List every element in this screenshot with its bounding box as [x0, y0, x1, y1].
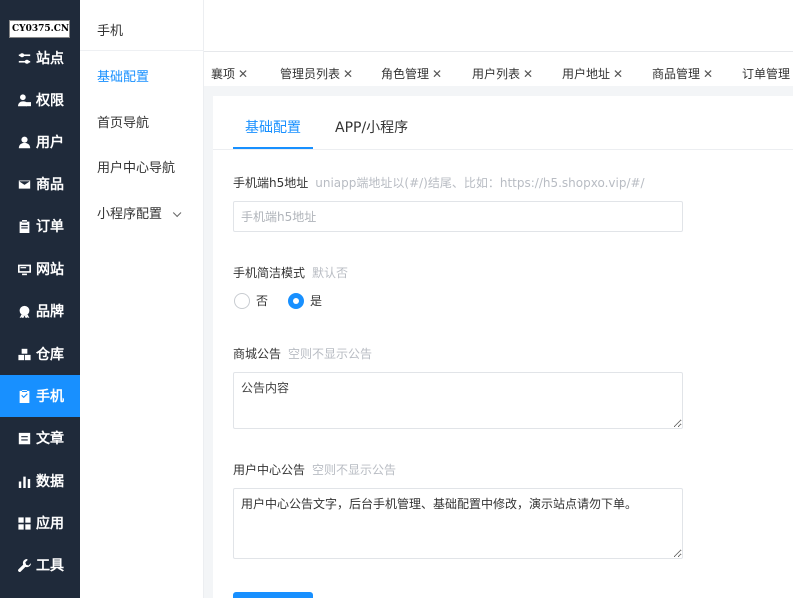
field-hint: 空则不显示公告: [288, 347, 373, 361]
field-label: 手机简洁模式: [233, 266, 306, 280]
bar-chart-icon: [17, 474, 31, 488]
close-icon[interactable]: ✕: [703, 67, 713, 81]
nav-item-website[interactable]: 网站: [0, 248, 80, 290]
close-icon[interactable]: ✕: [343, 67, 353, 81]
nav-item-brand[interactable]: 品牌: [0, 290, 80, 332]
user-icon: [17, 135, 31, 149]
tab-admin-list[interactable]: 管理员列表 ✕: [280, 65, 353, 82]
wrench-icon: [17, 558, 31, 572]
envelope-icon: [17, 177, 31, 191]
nav-item-mobile[interactable]: 手机: [0, 375, 80, 417]
tab-item[interactable]: 襄项 ✕: [211, 65, 248, 82]
nav-item-article[interactable]: 文章: [0, 417, 80, 459]
tab-label: 管理员列表: [280, 67, 341, 81]
nav-label: 商品: [36, 177, 64, 193]
submenu-item-home-nav[interactable]: 首页导航: [97, 112, 149, 131]
field-label: 用户中心公告: [233, 463, 306, 477]
tab-label: 角色管理: [381, 67, 430, 81]
open-tabs-bar: 襄项 ✕ 管理员列表 ✕ 角色管理 ✕ 用户列表 ✕ 用户地址 ✕ 商品管理 ✕ 订单管理: [204, 52, 793, 86]
field-label: 商城公告: [233, 347, 282, 361]
field-hint: uniapp端地址以(#/)结尾、比如：https://h5.shopxo.vi…: [315, 176, 645, 190]
tab-label: 订单管理: [742, 67, 791, 81]
tab-label: 用户地址: [562, 67, 611, 81]
submenu-item-user-center-nav[interactable]: 用户中心导航: [97, 157, 175, 176]
nav-item-tools[interactable]: 工具: [0, 544, 80, 586]
user-notice-textarea[interactable]: 用户中心公告文字，后台手机管理、基础配置中修改，演示站点请勿下单。: [233, 488, 683, 559]
nav-item-order[interactable]: 订单: [0, 205, 80, 247]
panel-tabs-divider: [213, 149, 793, 150]
nav-label: 数据: [36, 474, 64, 490]
sliders-icon: [17, 51, 31, 65]
radio-option-yes[interactable]: 是: [288, 292, 322, 309]
phone-icon: [17, 389, 31, 403]
site-logo[interactable]: CY0375.CN瑞博: [9, 20, 70, 38]
logo-small-text: 瑞博: [69, 27, 70, 33]
save-button[interactable]: [233, 592, 313, 598]
monitor-icon: [17, 262, 31, 276]
chevron-down-icon: [172, 208, 182, 218]
close-icon[interactable]: ✕: [613, 67, 623, 81]
user-notice-label: 用户中心公告 空则不显示公告: [233, 461, 396, 478]
tab-order-manage[interactable]: 订单管理: [742, 65, 790, 82]
nav-label: 文章: [36, 431, 64, 447]
tab-user-address[interactable]: 用户地址 ✕: [562, 65, 623, 82]
submenu-title: 手机: [97, 24, 124, 39]
radio-label: 是: [310, 294, 323, 308]
nav-item-site[interactable]: 站点: [0, 37, 80, 79]
tab-label: 用户列表: [472, 67, 521, 81]
field-hint: 默认否: [312, 266, 349, 280]
shop-notice-textarea[interactable]: [233, 372, 683, 429]
tab-user-list[interactable]: 用户列表 ✕: [472, 65, 533, 82]
clipboard-icon: [17, 219, 31, 233]
submenu-item-label: 小程序配置: [97, 207, 163, 222]
nav-item-apps[interactable]: 应用: [0, 502, 80, 544]
radio-circle: [234, 292, 250, 309]
h5-address-input[interactable]: [233, 201, 683, 232]
nav-item-goods[interactable]: 商品: [0, 163, 80, 205]
simple-mode-label: 手机简洁模式 默认否: [233, 264, 348, 281]
h5-address-label: 手机端h5地址 uniapp端地址以(#/)结尾、比如：https://h5.sh…: [233, 174, 645, 191]
tab-role-manage[interactable]: 角色管理 ✕: [381, 65, 442, 82]
tab-goods-manage[interactable]: 商品管理 ✕: [652, 65, 713, 82]
nav-label: 站点: [36, 51, 64, 67]
logo-text: CY0375.CN: [12, 24, 70, 34]
badge-icon: [17, 304, 31, 318]
article-icon: [17, 431, 31, 445]
nav-label: 品牌: [36, 304, 64, 320]
field-label: 手机端h5地址: [233, 176, 309, 190]
radio-option-no[interactable]: 否: [234, 292, 268, 309]
submenu-item-basic-config[interactable]: 基础配置: [97, 66, 149, 85]
nav-label: 仓库: [36, 347, 64, 363]
nav-label: 网站: [36, 262, 64, 278]
radio-label: 否: [256, 294, 269, 308]
secondary-menu: 手机 基础配置 首页导航 用户中心导航 小程序配置: [80, 0, 204, 598]
nav-label: 应用: [36, 516, 64, 532]
close-icon[interactable]: ✕: [238, 67, 248, 81]
nav-label: 用户: [36, 135, 64, 151]
panel-tab-basic[interactable]: 基础配置: [245, 117, 301, 137]
nav-label: 权限: [36, 93, 64, 109]
nav-item-user[interactable]: 用户: [0, 121, 80, 163]
nav-item-warehouse[interactable]: 仓库: [0, 333, 80, 375]
tab-label: 襄项: [211, 67, 236, 81]
top-header: [204, 0, 793, 52]
apps-icon: [17, 516, 31, 530]
submenu-item-miniprogram[interactable]: 小程序配置: [97, 203, 182, 222]
radio-circle-checked: [288, 292, 304, 309]
boxes-icon: [17, 347, 31, 361]
tab-label: 商品管理: [652, 67, 701, 81]
close-icon[interactable]: ✕: [432, 67, 442, 81]
nav-item-data[interactable]: 数据: [0, 460, 80, 502]
field-hint: 空则不显示公告: [312, 463, 397, 477]
main-sidebar: CY0375.CN瑞博 站点 权限 用户 商品 订单 网站 品牌 仓库 手机 文…: [0, 0, 80, 598]
nav-label: 工具: [36, 558, 64, 574]
panel-tab-app[interactable]: APP/小程序: [335, 117, 408, 137]
shop-notice-label: 商城公告 空则不显示公告: [233, 345, 372, 362]
close-icon[interactable]: ✕: [523, 67, 533, 81]
submenu-divider: [80, 50, 204, 51]
nav-label: 手机: [36, 389, 64, 405]
nav-item-permission[interactable]: 权限: [0, 79, 80, 121]
user-lock-icon: [17, 93, 31, 107]
nav-label: 订单: [36, 219, 64, 235]
